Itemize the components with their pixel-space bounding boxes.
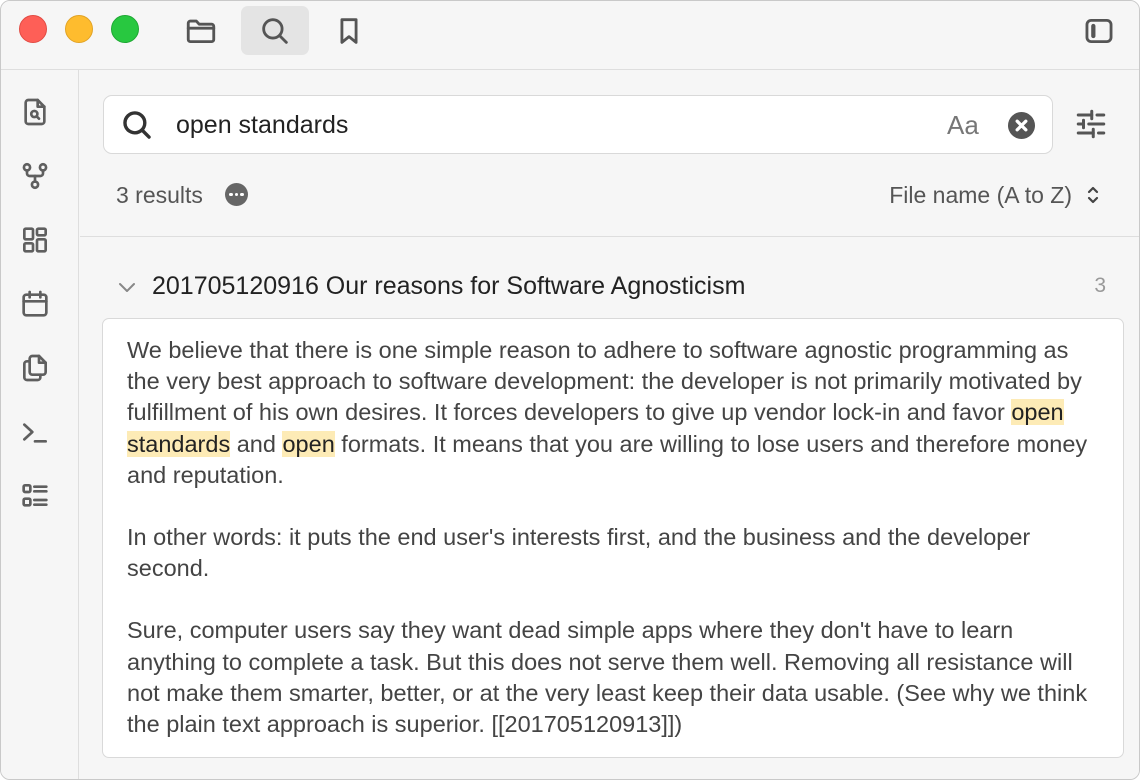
search-field-icon (120, 108, 154, 142)
more-options-button[interactable] (225, 183, 248, 206)
search-box: Aa (103, 95, 1053, 154)
snippet-paragraph: Sure, computer users say they want dead … (127, 617, 1088, 738)
app-window: Aa 3 results File name (A to Z) (0, 0, 1140, 780)
search-match-highlight: standards (127, 430, 231, 457)
bookmark-icon (340, 17, 358, 44)
collapse-chevron[interactable] (116, 276, 138, 298)
ribbon-templates[interactable] (16, 349, 54, 387)
files-tab-button[interactable] (167, 6, 235, 55)
toggle-sidebar-button[interactable] (1065, 6, 1133, 55)
ribbon-daily-note[interactable] (16, 285, 54, 323)
divider (80, 236, 1139, 237)
file-search-icon (24, 98, 46, 126)
snippet-paragraph: We believe that there is one simple reas… (127, 335, 1099, 491)
snippet-text: and (230, 430, 283, 457)
zoom-window-button[interactable] (111, 15, 139, 43)
search-tab-button[interactable] (241, 6, 309, 55)
terminal-icon (23, 423, 47, 443)
search-settings-button[interactable] (1073, 106, 1109, 142)
calendar-icon (22, 290, 48, 317)
list-icon (22, 484, 48, 507)
graph-icon (22, 162, 48, 190)
more-dots-icon (234, 192, 239, 197)
search-match-highlight: open (1011, 399, 1064, 426)
result-file-header[interactable]: 201705120916 Our reasons for Software Ag… (116, 268, 1106, 304)
chevron-down-icon (119, 283, 135, 292)
search-result-snippet[interactable]: We believe that there is one simple reas… (102, 318, 1124, 758)
sliders-icon (1076, 109, 1106, 139)
layout-dashboard-icon (23, 227, 47, 253)
sort-order-select[interactable]: File name (A to Z) (889, 180, 1100, 210)
close-icon (1015, 119, 1028, 132)
search-icon (123, 111, 151, 139)
more-dots-icon (240, 192, 244, 197)
search-match-highlight: open (282, 430, 335, 457)
search-input[interactable] (176, 108, 896, 142)
chevrons-up-down-icon (1087, 186, 1099, 204)
match-case-toggle[interactable]: Aa (947, 109, 979, 141)
ribbon-graph-view[interactable] (16, 157, 54, 195)
ribbon-outline[interactable] (16, 477, 54, 515)
result-match-count: 3 (1094, 274, 1106, 297)
ribbon-command-palette[interactable] (16, 413, 54, 451)
ribbon-canvas[interactable] (16, 221, 54, 259)
left-ribbon (1, 70, 79, 779)
files-icon (23, 354, 47, 382)
more-dots-icon (229, 192, 233, 197)
search-icon (262, 17, 288, 44)
folder-icon (186, 19, 216, 43)
bookmarks-tab-button[interactable] (315, 6, 383, 55)
minimize-window-button[interactable] (65, 15, 93, 43)
snippet-text: We believe that there is one simple reas… (127, 337, 1082, 426)
ribbon-quick-switcher[interactable] (16, 93, 54, 131)
sort-order-label: File name (A to Z) (889, 182, 1072, 208)
title-bar (1, 1, 1139, 70)
clear-search-button[interactable] (1008, 112, 1035, 139)
snippet-paragraph: In other words: it puts the end user's i… (127, 524, 1031, 582)
sidebar-toggle-icon (1085, 18, 1113, 43)
search-pane: Aa 3 results File name (A to Z) (80, 70, 1139, 779)
close-window-button[interactable] (19, 15, 47, 43)
results-count: 3 results (116, 182, 203, 208)
result-file-title[interactable]: 201705120916 Our reasons for Software Ag… (152, 270, 745, 302)
